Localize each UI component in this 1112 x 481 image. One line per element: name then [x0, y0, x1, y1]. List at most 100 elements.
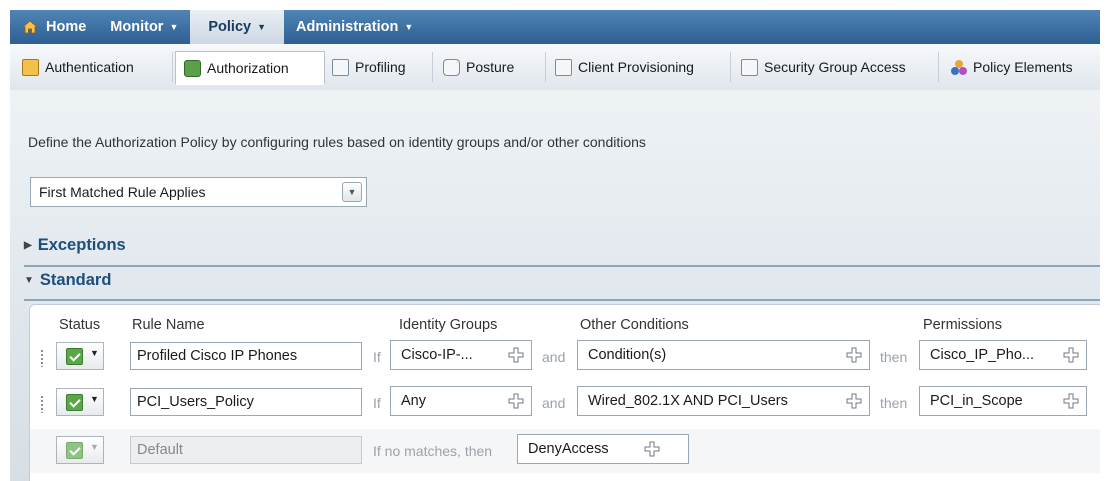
permission-field[interactable]: PCI_in_Scope	[919, 386, 1087, 416]
nav-administration[interactable]: Administration ▼	[284, 10, 425, 44]
drag-handle[interactable]	[40, 349, 44, 367]
security-group-icon	[741, 58, 758, 76]
table-row: ▼ Profiled Cisco IP Phones If Cisco-IP-.…	[30, 335, 1100, 379]
tab-label: Profiling	[355, 59, 406, 75]
rule-name-field: Default	[130, 436, 362, 464]
rules-table: Status Rule Name Identity Groups Other C…	[29, 304, 1100, 481]
column-header-rule-name: Rule Name	[132, 317, 205, 333]
nav-policy-label: Policy	[208, 19, 252, 35]
status-toggle[interactable]: ▼	[56, 342, 104, 370]
client-provisioning-icon	[555, 58, 572, 76]
rule-name-field[interactable]: Profiled Cisco IP Phones	[130, 342, 362, 370]
top-nav: Home Monitor ▼ Policy ▼ Administration ▼	[10, 10, 1100, 44]
if-label: If	[373, 395, 381, 411]
nav-policy[interactable]: Policy ▼	[190, 10, 285, 44]
page-description: Define the Authorization Policy by confi…	[28, 134, 646, 150]
nav-monitor[interactable]: Monitor ▼	[98, 10, 190, 44]
permission-value: DenyAccess	[528, 441, 609, 457]
column-header-permissions: Permissions	[923, 317, 1002, 333]
tab-policy-elements[interactable]: Policy Elements	[942, 52, 1100, 82]
condition-field[interactable]: Condition(s)	[577, 340, 870, 370]
standard-label: Standard	[39, 271, 112, 289]
drag-handle[interactable]	[40, 395, 44, 413]
chevron-right-icon: ▶	[24, 240, 32, 251]
rule-name-field[interactable]: PCI_Users_Policy	[130, 388, 362, 416]
condition-field[interactable]: Wired_802.1X AND PCI_Users	[577, 386, 870, 416]
chevron-down-icon: ▼	[90, 442, 99, 452]
authorization-icon	[184, 59, 201, 77]
checkmark-icon	[66, 394, 83, 411]
nav-home[interactable]: Home	[10, 10, 98, 44]
divider	[24, 265, 1100, 267]
tab-profiling[interactable]: Profiling	[324, 52, 433, 82]
tab-posture[interactable]: Posture	[435, 52, 546, 82]
default-row: ▼ Default If no matches, then DenyAccess	[30, 429, 1100, 473]
status-toggle[interactable]: ▼	[56, 436, 104, 464]
permission-value: Cisco_IP_Pho...	[930, 347, 1034, 363]
chevron-down-icon: ▼	[90, 348, 99, 358]
if-label: If	[373, 349, 381, 365]
then-label: then	[880, 349, 908, 365]
tab-security-group-access[interactable]: Security Group Access	[733, 52, 939, 82]
tab-client-provisioning[interactable]: Client Provisioning	[547, 52, 731, 82]
checkmark-icon	[66, 348, 83, 365]
status-toggle[interactable]: ▼	[56, 388, 104, 416]
tab-label: Authentication	[45, 59, 134, 75]
column-header-identity-groups: Identity Groups	[399, 317, 498, 333]
permission-field[interactable]: Cisco_IP_Pho...	[919, 340, 1087, 370]
tab-label: Posture	[466, 59, 515, 75]
identity-group-value: Cisco-IP-...	[401, 347, 473, 363]
policy-elements-icon	[951, 59, 967, 75]
divider	[24, 299, 1100, 301]
posture-icon	[443, 58, 460, 76]
add-icon[interactable]	[508, 393, 524, 409]
tab-label: Authorization	[207, 60, 289, 76]
main-content: Define the Authorization Policy by confi…	[10, 90, 1100, 481]
chevron-down-icon[interactable]: ▼	[342, 182, 362, 202]
condition-value: Condition(s)	[588, 347, 667, 363]
add-icon[interactable]	[1063, 393, 1079, 409]
and-label: and	[542, 395, 566, 411]
add-icon[interactable]	[846, 393, 862, 409]
policy-tabs: Authentication Authorization Profiling P…	[10, 44, 1100, 91]
add-icon[interactable]	[644, 441, 660, 457]
chevron-down-icon: ▼	[24, 275, 34, 286]
tab-authorization[interactable]: Authorization	[175, 51, 325, 85]
tab-label: Security Group Access	[764, 59, 906, 75]
permission-value: PCI_in_Scope	[930, 393, 1023, 409]
and-label: and	[542, 349, 566, 365]
match-mode-value: First Matched Rule Applies	[39, 184, 206, 200]
condition-value: Wired_802.1X AND PCI_Users	[588, 393, 788, 409]
exceptions-label: Exceptions	[37, 236, 126, 254]
identity-group-value: Any	[401, 393, 426, 409]
chevron-down-icon: ▼	[169, 22, 179, 32]
app-frame: Home Monitor ▼ Policy ▼ Administration ▼…	[10, 10, 1100, 481]
identity-group-field[interactable]: Any	[390, 386, 532, 416]
chevron-down-icon: ▼	[90, 394, 99, 404]
exceptions-toggle[interactable]: ▶ Exceptions	[24, 236, 126, 255]
add-icon[interactable]	[846, 347, 862, 363]
identity-group-field[interactable]: Cisco-IP-...	[390, 340, 532, 370]
nav-administration-label: Administration	[296, 19, 399, 35]
checkmark-icon	[66, 442, 83, 459]
authentication-icon	[22, 58, 39, 76]
then-label: then	[880, 395, 908, 411]
nav-home-label: Home	[46, 19, 87, 35]
tab-label: Client Provisioning	[578, 59, 694, 75]
profiling-icon	[332, 58, 349, 76]
chevron-down-icon: ▼	[257, 22, 267, 32]
tab-label: Policy Elements	[973, 59, 1073, 75]
table-row: ▼ PCI_Users_Policy If Any and Wired_802.…	[30, 381, 1100, 425]
default-permission-field[interactable]: DenyAccess	[517, 434, 689, 464]
match-mode-select[interactable]: First Matched Rule Applies ▼	[30, 177, 367, 207]
home-icon	[22, 20, 38, 34]
add-icon[interactable]	[1063, 347, 1079, 363]
add-icon[interactable]	[508, 347, 524, 363]
column-header-status: Status	[59, 317, 101, 333]
no-match-label: If no matches, then	[373, 443, 493, 459]
chevron-down-icon: ▼	[404, 22, 414, 32]
standard-toggle[interactable]: ▼ Standard	[24, 271, 111, 290]
column-header-other-conditions: Other Conditions	[580, 317, 689, 333]
tab-authentication[interactable]: Authentication	[14, 52, 173, 82]
nav-monitor-label: Monitor	[110, 19, 164, 35]
